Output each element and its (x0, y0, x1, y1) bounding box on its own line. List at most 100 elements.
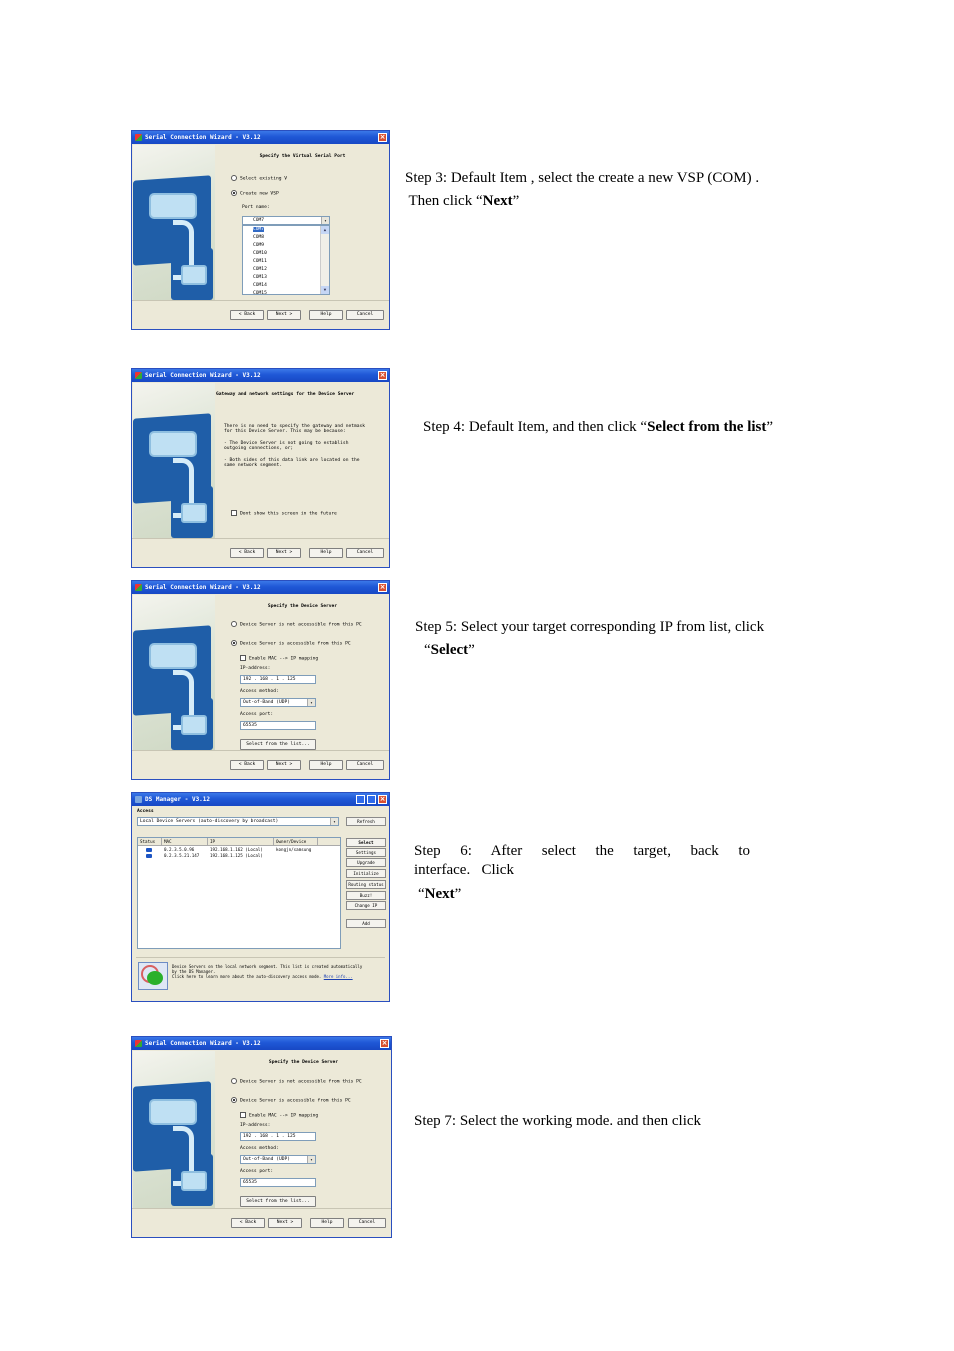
chevron-down-icon[interactable]: ▾ (330, 818, 338, 825)
info-text: Device Servers on the local network segm… (172, 964, 362, 979)
minimize-icon[interactable] (356, 795, 365, 804)
access-method-label: Access method: (240, 1146, 279, 1151)
window-title: Serial Connection Wizard - V3.12 (145, 584, 261, 591)
port-name-select[interactable]: COM7 ▾ (242, 216, 330, 225)
list-item[interactable]: COM14 (243, 282, 329, 290)
refresh-button[interactable]: Refresh (346, 817, 386, 826)
help-button[interactable]: Help (309, 548, 343, 558)
list-item[interactable]: COM11 (243, 258, 329, 266)
radio-not-accessible[interactable]: Device Server is not accessible from thi… (231, 1078, 362, 1085)
wizard-side-image (133, 1051, 215, 1209)
list-item[interactable]: COM7 (243, 226, 329, 234)
title-bar: Serial Connection Wizard - V3.12 × (132, 1037, 391, 1050)
cancel-button[interactable]: Cancel (348, 1218, 386, 1228)
maximize-icon[interactable] (367, 795, 376, 804)
back-button[interactable]: < Back (231, 1218, 265, 1228)
next-button[interactable]: Next > (267, 760, 301, 770)
radio-accessible[interactable]: Device Server is accessible from this PC (231, 640, 351, 647)
access-method-select[interactable]: Out-of-Band (UDP) ▾ (240, 1155, 316, 1164)
select-from-list-button[interactable]: Select from the list... (240, 739, 316, 750)
routing-status-button[interactable]: Routing status (346, 880, 386, 889)
select-button[interactable]: Select (346, 838, 386, 847)
radio-select-existing[interactable]: Select existing V (231, 175, 287, 182)
step-3-text: Step 3: Default Item , select the create… (405, 167, 759, 213)
list-item[interactable]: COM12 (243, 266, 329, 274)
access-mode-select[interactable]: Local Device Servers (auto-discovery by … (137, 817, 339, 826)
select-from-list-button[interactable]: Select from the list... (240, 1196, 316, 1207)
change-ip-button[interactable]: Change IP (346, 901, 386, 910)
access-method-value: Out-of-Band (UDP) (243, 700, 291, 705)
ip-address-field[interactable]: 192 . 168 . 1 . 125 (240, 675, 316, 684)
wizard-side-image (133, 595, 215, 751)
network-globe-icon (138, 962, 168, 990)
scrollbar[interactable]: ▲ ▼ (320, 226, 329, 294)
upgrade-button[interactable]: Upgrade (346, 858, 386, 867)
more-info-link[interactable]: More info... (324, 974, 353, 979)
initialize-button[interactable]: Initialize (346, 869, 386, 878)
checkbox-icon (240, 655, 246, 661)
radio-icon (231, 621, 237, 627)
close-icon[interactable]: × (378, 371, 387, 380)
radio-accessible[interactable]: Device Server is accessible from this PC (231, 1097, 351, 1104)
help-button[interactable]: Help (310, 1218, 344, 1228)
mac-mapping-checkbox[interactable]: Enable MAC --> IP mapping (240, 655, 318, 662)
scroll-up-icon[interactable]: ▲ (321, 226, 329, 234)
table-row[interactable]: 0.2.3.5.21.147 192.168.1.125 (Local) (138, 853, 340, 859)
mac-mapping-checkbox[interactable]: Enable MAC --> IP mapping (240, 1112, 318, 1119)
close-icon[interactable]: × (380, 1039, 389, 1048)
help-button[interactable]: Help (309, 760, 343, 770)
access-method-select[interactable]: Out-of-Band (UDP) ▾ (240, 698, 316, 707)
page-heading: Gateway and network settings for the Dev… (216, 392, 355, 397)
cancel-button[interactable]: Cancel (346, 310, 384, 320)
list-item[interactable]: COM10 (243, 250, 329, 258)
radio-icon (231, 640, 237, 646)
close-icon[interactable]: × (378, 795, 387, 804)
settings-button[interactable]: Settings (346, 848, 386, 857)
column-mac[interactable]: MAC (162, 838, 208, 845)
next-button[interactable]: Next > (267, 310, 301, 320)
checkbox-icon (240, 1112, 246, 1118)
ip-address-field[interactable]: 192 . 168 . 1 . 125 (240, 1132, 316, 1141)
device-table[interactable]: Status MAC IP Owner/Device 0.2.3.5.0.96 … (137, 837, 341, 949)
button-bar: < Back Next > Help Cancel (132, 300, 389, 329)
help-button[interactable]: Help (309, 310, 343, 320)
scroll-down-icon[interactable]: ▼ (321, 286, 329, 294)
next-button[interactable]: Next > (268, 1218, 302, 1228)
back-button[interactable]: < Back (230, 548, 264, 558)
status-icon (146, 854, 152, 858)
column-status[interactable]: Status (138, 838, 162, 845)
step-5-line1: Step 5: Select your target corresponding… (415, 619, 765, 635)
list-item[interactable]: COM9 (243, 242, 329, 250)
close-icon[interactable]: × (378, 133, 387, 142)
chevron-down-icon[interactable]: ▾ (321, 217, 329, 224)
access-port-field[interactable]: 65535 (240, 721, 316, 730)
radio-icon (231, 1097, 237, 1103)
cancel-button[interactable]: Cancel (346, 760, 384, 770)
dont-show-checkbox[interactable]: Dont show this screen in the future (231, 510, 337, 517)
radio-label: Create new VSP (240, 191, 279, 197)
list-item[interactable]: COM8 (243, 234, 329, 242)
back-button[interactable]: < Back (230, 760, 264, 770)
radio-label: Device Server is not accessible from thi… (240, 1079, 362, 1085)
column-ip[interactable]: IP (208, 838, 274, 845)
add-button[interactable]: Add (346, 919, 386, 928)
port-dropdown-list[interactable]: COM7 COM8 COM9 COM10 COM11 COM12 COM13 C… (242, 225, 330, 295)
button-bar: < Back Next > Help Cancel (132, 750, 389, 779)
chevron-down-icon[interactable]: ▾ (307, 1156, 315, 1163)
radio-not-accessible[interactable]: Device Server is not accessible from thi… (231, 621, 362, 628)
buzz-button[interactable]: Buzz! (346, 891, 386, 900)
list-item[interactable]: COM13 (243, 274, 329, 282)
column-owner[interactable]: Owner/Device (274, 838, 318, 845)
cancel-button[interactable]: Cancel (346, 548, 384, 558)
title-bar: Serial Connection Wizard - V3.12 × (132, 131, 389, 144)
close-icon[interactable]: × (378, 583, 387, 592)
back-button[interactable]: < Back (230, 310, 264, 320)
step-6-line1: Step 6: After select the target, back to (414, 843, 750, 859)
next-button[interactable]: Next > (267, 548, 301, 558)
access-port-field[interactable]: 65535 (240, 1178, 316, 1187)
radio-create-new[interactable]: Create new VSP (231, 190, 279, 197)
chevron-down-icon[interactable]: ▾ (307, 699, 315, 706)
status-icon (146, 848, 152, 852)
list-item[interactable]: COM15 (243, 290, 329, 294)
port-name-label: Port name: (242, 205, 270, 210)
